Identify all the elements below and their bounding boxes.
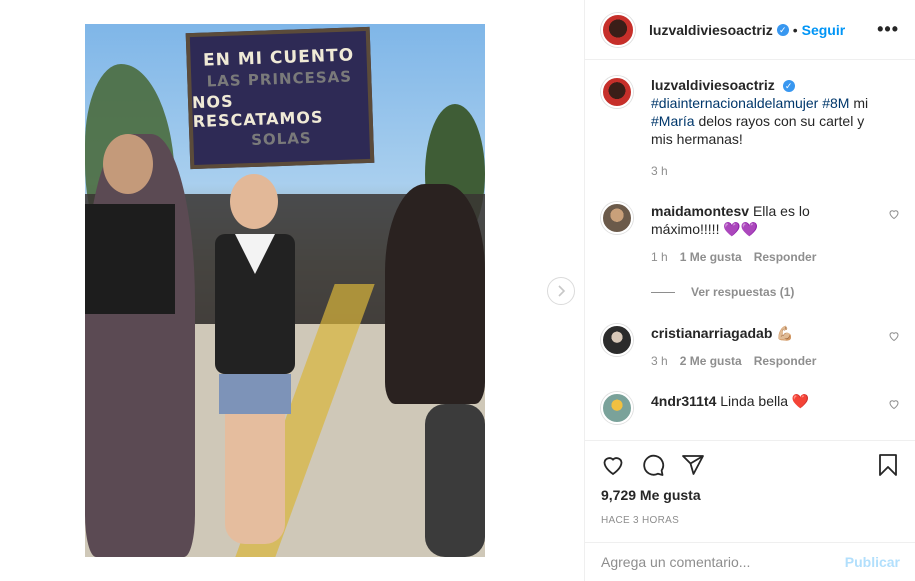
comment-input[interactable] [601,554,845,570]
comment-time[interactable]: 1 h [651,248,668,266]
avatar[interactable] [601,202,633,234]
comment: cristianarriagadab 💪🏼 3 h 2 Me gusta Res… [601,324,900,370]
comment-time[interactable]: 3 h [651,352,668,370]
header-separator: • [792,21,798,38]
media-viewer: EN MI CUENTO LAS PRINCESAS NOS RESCATAMO… [0,0,584,581]
heart-icon[interactable] [888,398,900,410]
caption: luzvaldiviesoactriz ✓ #diainternacionald… [601,76,900,180]
comment-username[interactable]: maidamontesv [651,203,749,219]
heart-icon[interactable] [888,330,900,342]
heart-icon[interactable] [601,453,625,477]
post-time[interactable]: Hace 3 horas [601,515,900,526]
bookmark-icon[interactable] [876,453,900,477]
next-photo-button[interactable] [547,277,575,305]
caption-time[interactable]: 3 h [651,162,668,180]
hashtag-link[interactable]: #María [651,113,695,129]
photo-person-back [385,184,485,404]
comment-username[interactable]: 4ndr311t4 [651,393,716,409]
comment: 4ndr311t4 Linda bella ❤️ [601,392,900,424]
replies-divider [651,291,675,293]
caption-text: mi [853,95,869,111]
post-header: luzvaldiviesoactriz ✓ • Seguir ••• [585,0,915,60]
chevron-right-icon [558,285,566,297]
reply-button[interactable]: Responder [754,352,817,370]
heart-icon[interactable] [888,208,900,220]
sign-line-1: EN MI CUENTO [202,45,355,71]
comment-likes[interactable]: 1 Me gusta [680,248,742,266]
more-options-button[interactable]: ••• [877,19,899,40]
publish-button[interactable]: Publicar [845,554,900,570]
photo-girl [205,174,315,557]
post-panel: luzvaldiviesoactriz ✓ • Seguir ••• luzva… [584,0,915,581]
avatar[interactable] [601,12,635,47]
avatar[interactable] [601,392,633,424]
comments-list[interactable]: luzvaldiviesoactriz ✓ #diainternacionald… [585,60,915,440]
share-icon[interactable] [681,453,705,477]
photo-person-right [425,404,485,557]
avatar[interactable] [601,324,633,356]
verified-icon: ✓ [776,23,789,36]
caption-username[interactable]: luzvaldiviesoactriz [651,77,775,93]
add-comment-bar: Publicar [585,542,915,581]
comment-likes[interactable]: 2 Me gusta [680,352,742,370]
photo-person-left [85,134,195,557]
header-username[interactable]: luzvaldiviesoactriz [649,22,773,38]
likes-count[interactable]: 9,729 Me gusta [601,487,900,503]
hashtag-link[interactable]: #8M [822,95,849,111]
comment-text: Linda bella ❤️ [720,393,810,409]
verified-icon: ✓ [782,80,795,92]
reply-button[interactable]: Responder [754,248,817,266]
follow-button[interactable]: Seguir [802,22,846,38]
sign-line-4: SOLAS [250,128,312,150]
hashtag-link[interactable]: #diainternacionaldelamujer [651,95,818,111]
avatar[interactable] [601,76,633,108]
comment-text: 💪🏼 [776,325,794,341]
comment: maidamontesv Ella es lo máximo!!!!! 💜💜 1… [601,202,900,266]
post-photo[interactable]: EN MI CUENTO LAS PRINCESAS NOS RESCATAMO… [85,24,485,557]
comment-icon[interactable] [641,453,665,477]
view-replies-label: Ver respuestas (1) [691,285,795,299]
sign-line-3: NOS RESCATAMOS [191,91,324,132]
view-replies-button[interactable]: Ver respuestas (1) [651,284,900,300]
sign-line-2: LAS PRINCESAS [206,67,353,91]
comment-username[interactable]: cristianarriagadab [651,325,772,341]
post-actions: 9,729 Me gusta Hace 3 horas [585,440,915,542]
protest-sign: EN MI CUENTO LAS PRINCESAS NOS RESCATAMO… [185,26,375,170]
